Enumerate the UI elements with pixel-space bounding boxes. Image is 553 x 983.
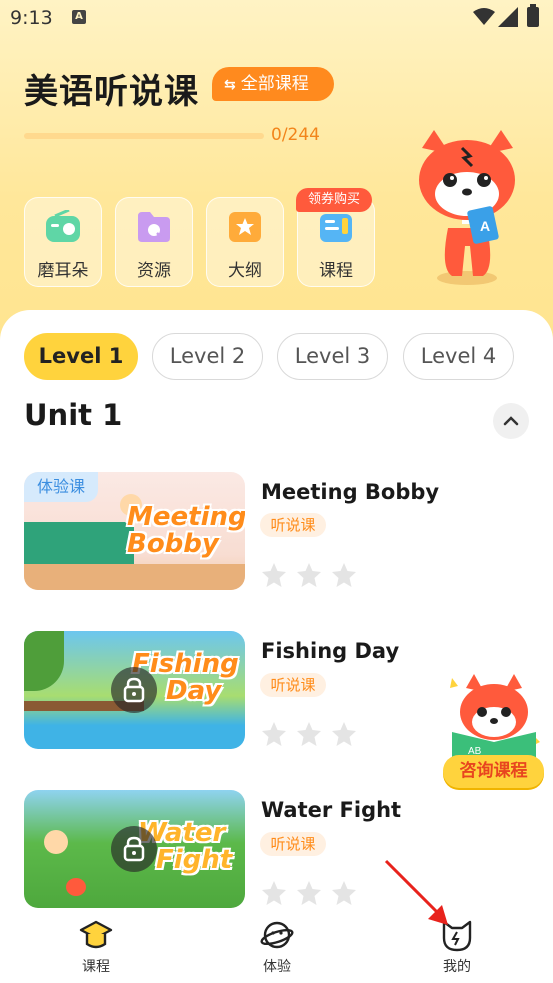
planet-icon xyxy=(260,921,294,949)
thumb-floor xyxy=(24,564,245,590)
star-icon xyxy=(262,563,286,587)
lesson-tag: 听说课 xyxy=(260,673,326,697)
tab-level-3[interactable]: Level 3 xyxy=(277,333,388,380)
svg-text:A: A xyxy=(480,218,490,234)
feature-label: 大纲 xyxy=(228,261,262,281)
consult-button[interactable]: 咨询课程 xyxy=(443,755,544,788)
progress-bar xyxy=(24,133,264,139)
star-icon xyxy=(262,881,286,905)
status-bar: 9:13 A xyxy=(0,0,553,36)
coupon-badge[interactable]: 领券购买 xyxy=(296,188,372,212)
page-title: 美语听说课 xyxy=(24,72,199,112)
progress-text: 0/244 xyxy=(271,125,320,145)
thumb-scene xyxy=(24,522,134,564)
feature-tile-resources[interactable]: 资源 xyxy=(115,197,193,287)
thumb-caption: Meeting Bobby xyxy=(127,504,245,558)
annotation-arrow xyxy=(384,859,448,925)
signal-icon xyxy=(498,7,518,27)
thumb-caption-line: Meeting xyxy=(127,502,245,532)
nav-item-courses[interactable]: 课程 xyxy=(51,910,141,983)
course-icon xyxy=(320,214,352,242)
chevron-up-icon xyxy=(503,416,519,426)
lesson-thumbnail[interactable]: Fishing Day xyxy=(24,631,245,749)
wifi-icon xyxy=(473,8,495,25)
star-icon xyxy=(332,563,356,587)
bottom-nav: 课程 体验 我的 xyxy=(0,910,553,983)
star-icon xyxy=(262,722,286,746)
lesson-thumbnail[interactable]: Meeting Bobby 体验课 xyxy=(24,472,245,590)
graduation-cap-icon xyxy=(79,920,113,949)
unit-title: Unit 1 xyxy=(24,398,123,432)
all-courses-label: 全部课程 xyxy=(240,74,309,94)
rating-stars xyxy=(262,722,356,746)
star-icon xyxy=(297,722,321,746)
thumb-caption-line: Bobby xyxy=(127,529,219,559)
collapse-button[interactable] xyxy=(493,403,529,439)
all-courses-button[interactable]: ⇆ 全部课程 xyxy=(212,67,334,101)
nav-label: 体验 xyxy=(263,959,291,975)
thumb-fox xyxy=(66,878,86,896)
folder-icon xyxy=(138,212,170,242)
lesson-title[interactable]: Meeting Bobby xyxy=(261,480,439,504)
rating-stars xyxy=(262,881,356,905)
consult-fox-illustration[interactable]: AB xyxy=(444,672,544,762)
feature-label: 资源 xyxy=(137,261,171,281)
thumb-character xyxy=(44,830,68,854)
star-icon xyxy=(297,563,321,587)
radio-icon xyxy=(46,210,80,242)
feature-label: 磨耳朵 xyxy=(37,261,89,281)
star-icon xyxy=(332,881,356,905)
nav-item-trial[interactable]: 体验 xyxy=(232,910,322,983)
status-time: 9:13 xyxy=(10,7,53,29)
battery-icon xyxy=(527,4,539,27)
nav-label: 课程 xyxy=(82,959,110,975)
tab-level-1[interactable]: Level 1 xyxy=(24,333,138,380)
nav-label: 我的 xyxy=(443,959,471,975)
book-star-icon xyxy=(229,212,261,242)
lock-icon xyxy=(123,836,145,862)
lesson-tag: 听说课 xyxy=(260,832,326,856)
lock-overlay xyxy=(111,826,157,872)
feature-tile-moerduo[interactable]: 磨耳朵 xyxy=(24,197,102,287)
star-icon xyxy=(297,881,321,905)
lesson-tag: 听说课 xyxy=(260,513,326,537)
lesson-thumbnail[interactable]: Water Fight xyxy=(24,790,245,908)
swap-icon: ⇆ xyxy=(224,77,236,93)
lesson-title[interactable]: Fishing Day xyxy=(261,639,399,663)
star-icon xyxy=(332,722,356,746)
tab-level-2[interactable]: Level 2 xyxy=(152,333,263,380)
lock-icon xyxy=(123,677,145,703)
rating-stars xyxy=(262,563,356,587)
trial-badge: 体验课 xyxy=(24,472,98,502)
lock-overlay xyxy=(111,667,157,713)
thumb-tree xyxy=(24,631,64,691)
fox-mascot-illustration: A xyxy=(419,130,515,285)
lesson-title[interactable]: Water Fight xyxy=(261,798,401,822)
tab-level-4[interactable]: Level 4 xyxy=(403,333,514,380)
feature-label: 课程 xyxy=(319,261,353,281)
notification-icon: A xyxy=(72,10,86,24)
feature-tile-outline[interactable]: 大纲 xyxy=(206,197,284,287)
